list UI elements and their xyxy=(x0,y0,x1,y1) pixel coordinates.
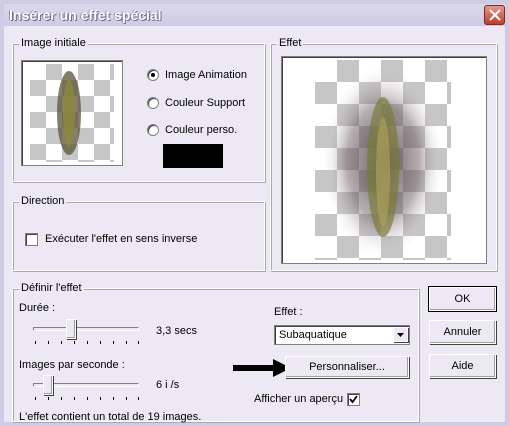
apercu-label: Afficher un aperçu xyxy=(254,393,344,405)
effect-preview xyxy=(281,56,487,264)
radio-couleur-support[interactable] xyxy=(147,97,159,109)
aide-button[interactable]: Aide xyxy=(429,354,496,378)
image-initiale-label: Image initiale xyxy=(19,37,88,49)
duree-slider-thumb[interactable] xyxy=(66,319,76,339)
definir-group: Définir l'effet Durée : 3,3 secs Images … xyxy=(12,282,419,423)
plant-image xyxy=(57,71,81,155)
effet-preview-label: Effet xyxy=(277,37,304,49)
apercu-checkbox[interactable] xyxy=(347,393,360,406)
initial-image-preview xyxy=(21,60,123,166)
chevron-down-icon[interactable] xyxy=(393,327,408,342)
personnaliser-button-label: Personnaliser... xyxy=(309,361,385,373)
personnaliser-button[interactable]: Personnaliser... xyxy=(285,356,409,378)
direction-group: Direction Exécuter l'effet en sens inver… xyxy=(12,195,265,271)
images-slider-thumb[interactable] xyxy=(43,375,53,395)
duree-label: Durée : xyxy=(19,302,56,314)
radio-image-animation[interactable] xyxy=(147,69,159,81)
effet-label: Effet : xyxy=(274,306,303,318)
radio-label-couleur-support: Couleur Support xyxy=(165,97,246,109)
effet-preview-group: Effet xyxy=(270,37,497,271)
aide-button-label: Aide xyxy=(451,360,474,372)
close-button[interactable] xyxy=(484,5,505,25)
effet-select[interactable]: Subaquatique xyxy=(274,325,410,345)
duree-slider-track[interactable] xyxy=(33,327,139,331)
direction-label: Direction xyxy=(19,195,67,207)
arrow-right-icon xyxy=(233,359,291,377)
close-icon xyxy=(489,9,501,21)
radio-label-image-animation: Image Animation xyxy=(165,69,247,81)
effet-select-value: Subaquatique xyxy=(279,329,347,341)
annuler-button[interactable]: Annuler xyxy=(429,320,496,344)
custom-color-swatch[interactable] xyxy=(163,144,223,168)
annuler-button-label: Annuler xyxy=(443,326,482,338)
reverse-label: Exécuter l'effet en sens inverse xyxy=(45,233,198,245)
dialog-window: Insérer un effet spécial Image initiale … xyxy=(0,0,509,426)
ok-button-label: OK xyxy=(454,293,471,305)
image-initiale-group: Image initiale Image Animation Couleur S… xyxy=(12,37,265,182)
radio-label-couleur-perso: Couleur perso. xyxy=(165,124,238,136)
radio-couleur-perso[interactable] xyxy=(147,124,159,136)
images-label: Images par seconde : xyxy=(19,359,125,371)
summary-text: L'effet contient un total de 19 images. xyxy=(19,411,202,423)
window-title: Insérer un effet spécial xyxy=(9,7,162,23)
duree-value: 3,3 secs xyxy=(156,325,197,337)
title-bar[interactable]: Insérer un effet spécial xyxy=(4,4,505,26)
effect-image xyxy=(323,67,443,257)
ok-button[interactable]: OK xyxy=(428,286,497,312)
definir-label: Définir l'effet xyxy=(19,282,84,294)
checkmark-icon xyxy=(349,395,358,404)
images-value: 6 i /s xyxy=(156,379,180,391)
reverse-checkbox[interactable] xyxy=(25,233,38,246)
